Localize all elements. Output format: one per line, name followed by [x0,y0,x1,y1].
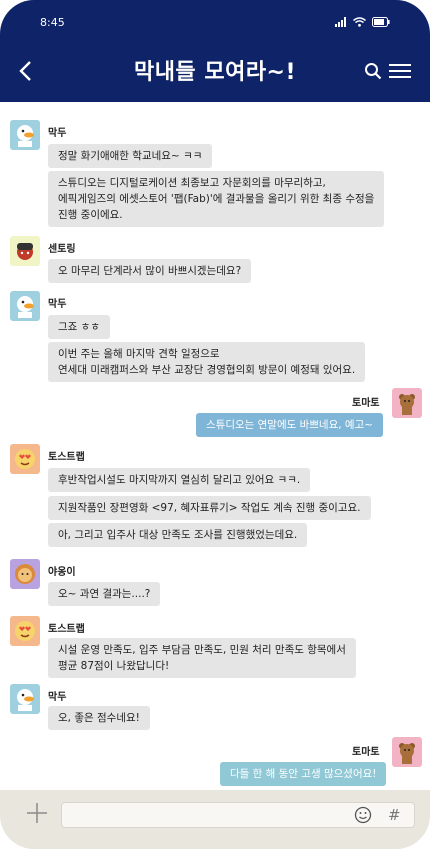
sender-name: 막두 [48,128,67,139]
message-line: 진행 중이에요. [58,209,123,221]
message-bubble[interactable]: 오, 좋은 점수네요! [48,706,150,730]
sender-name: 토마토 [352,398,380,409]
bear-icon [399,394,415,415]
smiley-icon[interactable] [354,806,372,824]
signal-icon [335,17,346,27]
sender-name: 토마토 [352,747,380,758]
message-line: 에픽게임즈의 에셋스토어 '팹(Fab)'에 결과물을 올리기 위한 최종 수정… [58,193,375,205]
message-bubble[interactable]: 지원작품인 장편영화 <97, 혜자표류기> 작업도 계속 진행 중이고요. [48,496,371,520]
sender-name: 막두 [48,299,67,310]
message-line: 지원작품인 장편영화 <97, 혜자표류기> 작업도 계속 진행 중이고요. [58,502,361,514]
avatar-makdu[interactable] [10,291,40,321]
message-line: 아, 그리고 입주사 대상 만족도 조사를 진행했었는데요. [58,529,298,541]
heart-eyes-icon [15,621,35,641]
message-line: 오, 좋은 점수네요! [58,712,140,724]
duck-icon [17,296,34,318]
status-time: 8:45 [40,16,65,29]
avatar-toastlab[interactable] [10,616,40,646]
status-icons [335,17,390,27]
sender-name: 막두 [48,692,67,703]
message-line: 스튜디오는 디지털로케이션 최종보고 자문회의를 마무리하고, [58,177,326,189]
avatar-tomato[interactable] [392,737,422,767]
message-line: 이번 주는 올해 마지막 견학 일정으로 [58,348,220,360]
message-line: 다들 한 해 동안 고생 많으셨어요! [230,768,377,780]
message-bubble[interactable]: 아, 그리고 입주사 대상 만족도 조사를 진행했었는데요. [48,523,308,547]
header-bar: 8:45 막내들 모여라~! [0,0,430,102]
wifi-icon [353,17,366,27]
avatar-sentoring[interactable] [10,236,40,266]
battery-icon [372,17,390,27]
message-bubble[interactable]: 스튜디오는 디지털로케이션 최종보고 자문회의를 마무리하고, 에픽게임즈의 에… [48,171,385,227]
hamburger-menu-icon[interactable] [388,62,412,80]
avatar-yaongi[interactable] [10,559,40,589]
message-line: 평균 87점이 나왔답니다! [58,660,170,672]
bear-icon [399,743,415,764]
message-line: 정말 화기애애한 학교네요~ ㅋㅋ [58,150,203,162]
lion-icon [15,564,35,584]
duck-icon [17,125,34,147]
message-bubble[interactable]: 후반작업시설도 마지막까지 열심히 달리고 있어요 ㅋㅋ. [48,468,311,492]
search-icon[interactable] [364,62,382,80]
avatar-toastlab[interactable] [10,444,40,474]
message-line: 오~ 과연 결과는....? [58,588,151,600]
message-bubble[interactable]: 이번 주는 올해 마지막 견학 일정으로 연세대 미래캠퍼스와 부산 교장단 경… [48,342,366,382]
sender-name: 야옹이 [48,567,76,578]
chat-area: 막두 정말 화기애애한 학교네요~ ㅋㅋ 스튜디오는 디지털로케이션 최종보고 … [0,102,430,790]
message-bubble-mine[interactable]: 스튜디오는 연말에도 바쁘네요, 예고~ [196,413,384,437]
hash-icon[interactable]: # [388,806,401,824]
avatar-tomato[interactable] [392,388,422,418]
sender-name: 토스트랩 [48,624,85,635]
plus-icon[interactable] [26,802,48,824]
duck-icon [17,689,34,711]
message-line: 연세대 미래캠퍼스와 부산 교장단 경영협의회 방문이 예정돼 있어요. [58,364,356,376]
message-bubble[interactable]: 정말 화기애애한 학교네요~ ㅋㅋ [48,144,213,168]
message-line: 오 마무리 단계라서 많이 바쁘시겠는데요? [58,265,242,277]
message-line: 시설 운영 만족도, 입주 부담금 만족도, 민원 처리 만족도 항목에서 [58,644,346,656]
heart-eyes-icon [15,449,35,469]
status-bar: 8:45 [0,14,430,34]
message-line: 후반작업시설도 마지막까지 열심히 달리고 있어요 ㅋㅋ. [58,474,301,486]
avatar-makdu[interactable] [10,120,40,150]
phone-frame: 8:45 막내들 모여라~! 막두 정말 화기애애한 학교네요~ ㅋㅋ 스튜디오… [0,0,430,849]
sender-name: 센토링 [48,244,76,255]
message-line: 스튜디오는 연말에도 바쁘네요, 예고~ [206,419,374,431]
message-bubble-mine[interactable]: 다들 한 해 동안 고생 많으셨어요! [220,762,387,786]
message-bubble[interactable]: 오 마무리 단계라서 많이 바쁘시겠는데요? [48,259,252,283]
message-bubble[interactable]: 그죠 ㅎㅎ [48,315,110,339]
sender-name: 토스트랩 [48,452,85,463]
message-bubble[interactable]: 시설 운영 만족도, 입주 부담금 만족도, 민원 처리 만족도 항목에서 평균… [48,638,356,678]
message-bubble[interactable]: 오~ 과연 결과는....? [48,582,161,606]
message-line: 그죠 ㅎㅎ [58,321,100,333]
character-icon [17,243,33,260]
avatar-makdu[interactable] [10,684,40,714]
